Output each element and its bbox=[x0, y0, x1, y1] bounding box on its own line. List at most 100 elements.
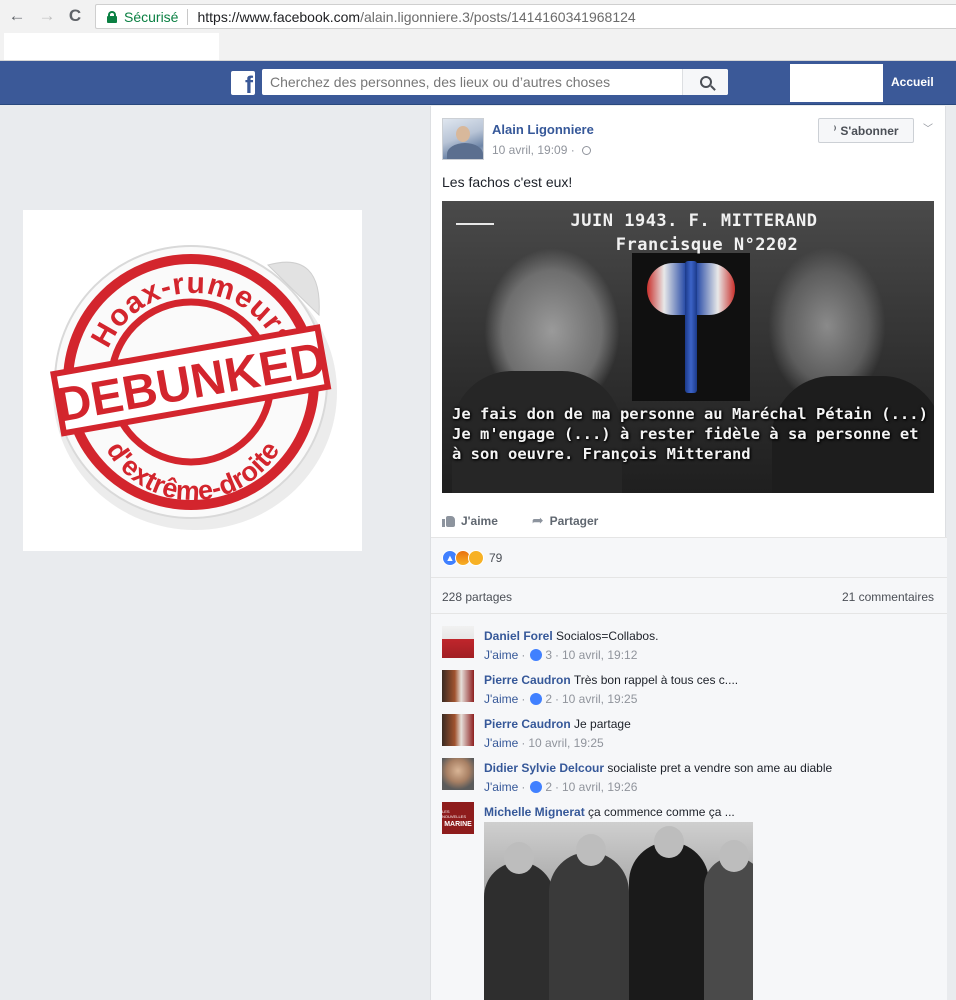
meta-separator: · bbox=[521, 780, 526, 794]
chevron-down-icon[interactable]: ﹀ bbox=[923, 120, 933, 135]
meta-separator: · bbox=[521, 692, 526, 706]
photo-head bbox=[654, 826, 684, 858]
comment-author[interactable]: Daniel Forel bbox=[484, 629, 553, 643]
url-path: /alain.ligonniere.3/posts/14141603419681… bbox=[360, 8, 636, 25]
like-reaction-icon bbox=[530, 781, 543, 793]
photo-title-line2: Francisque N°2202 bbox=[615, 235, 799, 255]
browser-chrome: ← → C Sécurisé https://www.facebook.com /… bbox=[0, 0, 956, 61]
meta-separator: · bbox=[555, 780, 559, 794]
thumbs-up-icon bbox=[442, 515, 455, 527]
share-button[interactable]: ➦ Partager bbox=[532, 512, 598, 529]
post-author[interactable]: Alain Ligonniere bbox=[492, 122, 594, 137]
photo-title-line1: JUIN 1943. F. MITTERAND bbox=[570, 211, 818, 231]
reactions-summary[interactable]: ▲ 79 bbox=[442, 550, 502, 566]
comment-meta: J'aime · 3 · 10 avril, 19:12 bbox=[484, 648, 934, 662]
comments-section: Daniel Forel Socialos=Collabos. J'aime ·… bbox=[431, 613, 947, 1000]
comment-photo[interactable] bbox=[484, 822, 753, 1000]
secure-label: Sécurisé bbox=[124, 8, 179, 25]
reload-icon[interactable]: C bbox=[64, 5, 86, 27]
comment-text: Socialos=Collabos. bbox=[556, 629, 659, 643]
post-card: Alain Ligonniere 10 avril, 19:09 · ⁾ S'a… bbox=[430, 106, 947, 1000]
photo-decorative-line bbox=[456, 223, 494, 225]
like-reaction-icon bbox=[530, 649, 543, 661]
comment-time[interactable]: 10 avril, 19:26 bbox=[562, 780, 637, 794]
comment-like-count[interactable]: 3 bbox=[545, 648, 552, 662]
meta-separator: · bbox=[555, 648, 559, 662]
comment-author[interactable]: Didier Sylvie Delcour bbox=[484, 761, 604, 775]
comment-text: Très bon rappel à tous ces c.... bbox=[573, 673, 739, 687]
comment-like-count[interactable]: 2 bbox=[545, 692, 552, 706]
comment-body: Pierre Caudron Je partage J'aime · 10 av… bbox=[484, 717, 934, 750]
comment-avatar[interactable]: LES NOUVELLES MARINE bbox=[442, 802, 474, 834]
rss-icon: ⁾ bbox=[833, 125, 837, 136]
meta-separator: · bbox=[555, 692, 559, 706]
debunked-sticker: Hoax-rumeurs d'extrême-droite DEBUNKED bbox=[23, 210, 362, 551]
comment-meta: J'aime · 10 avril, 19:25 bbox=[484, 736, 934, 750]
redacted-profile bbox=[790, 64, 883, 102]
post-photo[interactable]: JUIN 1943. F. MITTERAND Francisque N°220… bbox=[442, 201, 934, 493]
like-button[interactable]: J'aime bbox=[442, 512, 498, 529]
comment-author[interactable]: Pierre Caudron bbox=[484, 673, 571, 687]
comment-meta: J'aime · 2 · 10 avril, 19:25 bbox=[484, 692, 934, 706]
address-bar[interactable]: Sécurisé https://www.facebook.com/alain.… bbox=[95, 4, 956, 29]
comment-author[interactable]: Pierre Caudron bbox=[484, 717, 571, 731]
comments-count[interactable]: 21 commentaires bbox=[842, 590, 934, 604]
photo-figure bbox=[629, 842, 709, 1000]
comment-avatar[interactable] bbox=[442, 714, 474, 746]
search-input[interactable] bbox=[262, 70, 680, 94]
photo-head bbox=[504, 842, 534, 874]
comment-time[interactable]: 10 avril, 19:12 bbox=[562, 648, 637, 662]
comment-body: Daniel Forel Socialos=Collabos. J'aime ·… bbox=[484, 629, 934, 662]
comment-like-link[interactable]: J'aime bbox=[484, 736, 518, 750]
post-actions: J'aime ➦ Partager bbox=[442, 512, 598, 529]
like-reaction-icon bbox=[530, 693, 543, 705]
facebook-logo-letter: f bbox=[245, 72, 253, 96]
home-link[interactable]: Accueil bbox=[891, 75, 934, 89]
photo-head bbox=[719, 840, 749, 872]
comment-like-link[interactable]: J'aime bbox=[484, 648, 518, 662]
comment-avatar[interactable] bbox=[442, 758, 474, 790]
subscribe-button[interactable]: ⁾ S'abonner bbox=[818, 118, 914, 143]
meta-separator: · bbox=[521, 648, 526, 662]
back-arrow-icon[interactable]: ← bbox=[6, 5, 28, 27]
comment-body: Pierre Caudron Très bon rappel à tous ce… bbox=[484, 673, 934, 706]
photo-figure bbox=[549, 852, 629, 1000]
comment-body: Michelle Mignerat ça commence comme ça .… bbox=[484, 805, 934, 819]
comment-time[interactable]: 10 avril, 19:25 bbox=[562, 692, 637, 706]
url-host: https://www.facebook.com bbox=[197, 8, 361, 25]
search-icon bbox=[699, 76, 712, 88]
share-label: Partager bbox=[549, 513, 599, 528]
search-box bbox=[262, 69, 728, 95]
shares-count[interactable]: 228 partages bbox=[442, 590, 512, 604]
post-timestamp[interactable]: 10 avril, 19:09 · bbox=[492, 143, 575, 157]
comment-like-link[interactable]: J'aime bbox=[484, 692, 518, 706]
globe-icon bbox=[581, 145, 591, 155]
comment-body: Didier Sylvie Delcour socialiste pret a … bbox=[484, 761, 934, 794]
post-text: Les fachos c'est eux! bbox=[442, 174, 573, 190]
photo-figure bbox=[704, 857, 753, 1000]
debunked-sticker-graphic: Hoax-rumeurs d'extrême-droite DEBUNKED bbox=[50, 245, 337, 530]
photo-head bbox=[576, 834, 606, 866]
comment-author[interactable]: Michelle Mignerat bbox=[484, 805, 585, 819]
comment-avatar[interactable] bbox=[442, 670, 474, 702]
like-label: J'aime bbox=[461, 513, 498, 528]
haha-reaction-icon bbox=[468, 550, 484, 566]
search-button[interactable] bbox=[682, 69, 728, 95]
comment-like-count[interactable]: 2 bbox=[545, 780, 552, 794]
redacted-area bbox=[4, 33, 219, 60]
comment-time[interactable]: 10 avril, 19:25 bbox=[528, 736, 603, 750]
comment-text: socialiste pret a vendre son ame au diab… bbox=[607, 761, 833, 775]
comment-like-link[interactable]: J'aime bbox=[484, 780, 518, 794]
photo-figure bbox=[484, 862, 554, 1000]
subscribe-label: S'abonner bbox=[840, 123, 899, 138]
comment-avatar[interactable] bbox=[442, 626, 474, 658]
facebook-top-bar: f Accueil bbox=[0, 61, 956, 105]
facebook-logo-icon[interactable]: f bbox=[231, 71, 255, 95]
francisque-handle bbox=[685, 261, 697, 393]
lock-icon bbox=[107, 10, 117, 23]
comment-text: ça commence comme ça ... bbox=[588, 805, 735, 819]
forward-arrow-icon[interactable]: → bbox=[36, 5, 58, 27]
meta-separator: · bbox=[521, 736, 526, 750]
avatar-caption-small: LES NOUVELLES bbox=[442, 808, 467, 819]
author-avatar[interactable] bbox=[442, 118, 484, 160]
